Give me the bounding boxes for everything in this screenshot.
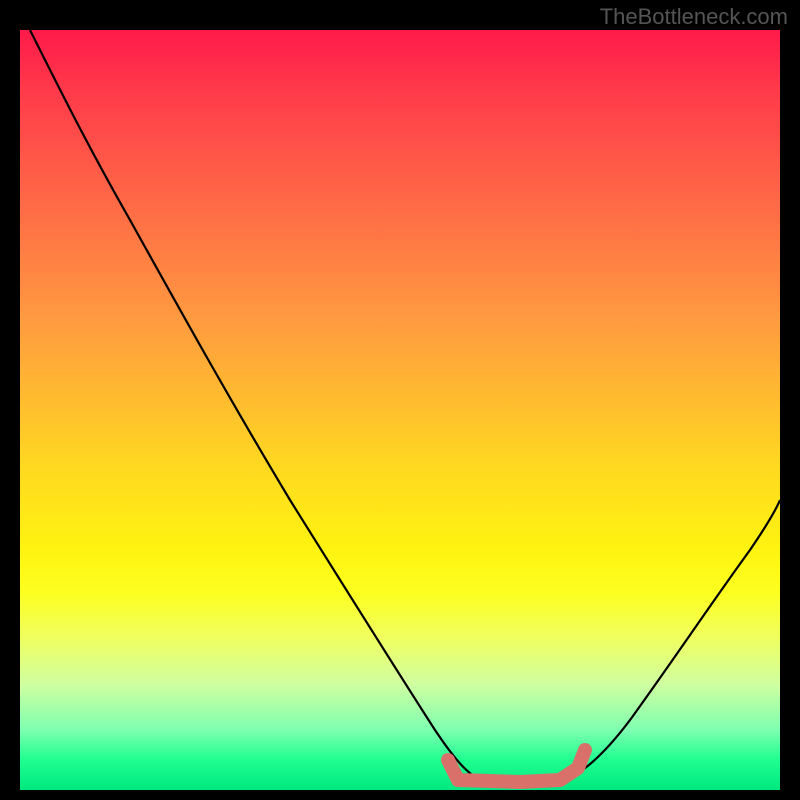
optimal-range-marker xyxy=(448,750,585,782)
chart-container xyxy=(20,30,780,790)
chart-svg xyxy=(20,30,780,790)
bottleneck-curve xyxy=(30,30,780,785)
watermark-text: TheBottleneck.com xyxy=(600,4,788,30)
